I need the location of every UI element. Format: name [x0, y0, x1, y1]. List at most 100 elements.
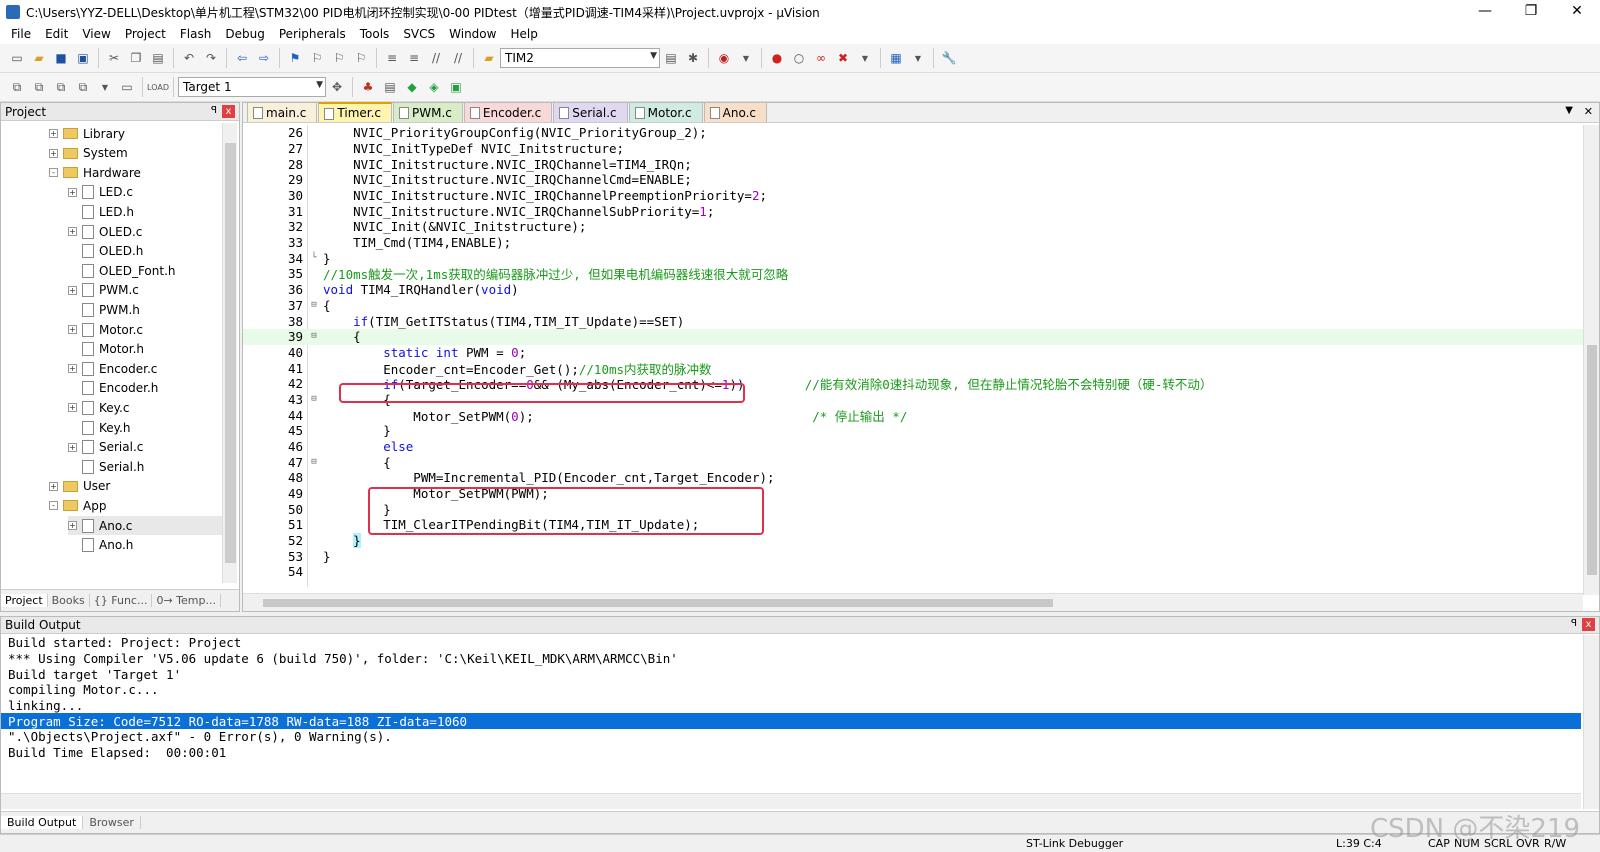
run-time-env-icon[interactable]: ▣: [447, 78, 465, 96]
editor-tab[interactable]: Timer.c: [318, 102, 393, 122]
tree-folder[interactable]: - App: [49, 496, 223, 515]
nav-back-icon[interactable]: ⇦: [233, 49, 251, 67]
close-panel-button[interactable]: x: [1582, 618, 1595, 631]
tab-books[interactable]: Books: [48, 594, 90, 607]
find-in-files-icon[interactable]: ▤: [662, 49, 680, 67]
target-options-icon[interactable]: ✥: [328, 78, 346, 96]
editor-tab[interactable]: Serial.c: [553, 102, 628, 122]
bookmark-icon[interactable]: ⚑: [286, 49, 304, 67]
editor-horizontal-scrollbar[interactable]: [243, 593, 1583, 611]
pack-installer-icon[interactable]: ◈: [425, 78, 443, 96]
translate-icon[interactable]: ⧉: [8, 78, 26, 96]
nav-forward-icon[interactable]: ⇨: [255, 49, 273, 67]
collapse-icon[interactable]: -: [49, 501, 58, 511]
tree-file[interactable]: Serial.h: [68, 457, 223, 476]
collapse-icon[interactable]: -: [49, 168, 58, 178]
tab-project[interactable]: Project: [1, 594, 48, 607]
chevron-down-icon[interactable]: ▼: [909, 49, 927, 67]
next-bookmark-icon[interactable]: ⚐: [330, 49, 348, 67]
tab-templates[interactable]: 0→ Temp...: [152, 594, 221, 607]
code-area[interactable]: 26 NVIC_PriorityGroupConfig(NVIC_Priorit…: [243, 125, 1583, 587]
build-output-text[interactable]: Build started: Project: Project *** Using…: [1, 635, 1581, 793]
pin-icon[interactable]: ꟼ: [1571, 618, 1577, 629]
open-folder-icon[interactable]: ▰: [30, 49, 48, 67]
build-vertical-scrollbar[interactable]: [1583, 635, 1599, 809]
tree-file[interactable]: + Ano.c: [68, 516, 223, 535]
tree-file[interactable]: OLED.h: [68, 242, 223, 261]
select-pack-icon[interactable]: ◆: [403, 78, 421, 96]
scrollbar-thumb[interactable]: [263, 599, 1053, 607]
scrollbar-thumb[interactable]: [1587, 345, 1597, 575]
editor-tab[interactable]: PWM.c: [393, 102, 463, 122]
tree-file[interactable]: Motor.h: [68, 340, 223, 359]
fold-toggle-icon[interactable]: ⊟: [307, 457, 321, 468]
breakpoint-icon[interactable]: ●: [768, 49, 786, 67]
menu-svcs[interactable]: SVCS: [396, 27, 442, 41]
expand-icon[interactable]: +: [68, 364, 77, 374]
clear-bookmarks-icon[interactable]: ⚐: [352, 49, 370, 67]
menu-peripherals[interactable]: Peripherals: [272, 27, 353, 41]
menu-project[interactable]: Project: [118, 27, 173, 41]
target-select[interactable]: Target 1 ▼: [178, 77, 326, 97]
menu-debug[interactable]: Debug: [218, 27, 271, 41]
cut-icon[interactable]: ✂: [105, 49, 123, 67]
tree-folder[interactable]: + User: [49, 477, 223, 496]
minimize-button[interactable]: —: [1462, 0, 1508, 24]
pin-icon[interactable]: ꟼ: [211, 105, 217, 116]
expand-icon[interactable]: +: [49, 129, 58, 138]
tree-file[interactable]: + Serial.c: [68, 438, 223, 457]
find-combo[interactable]: TIM2 ▼: [500, 48, 660, 68]
menu-file[interactable]: File: [4, 27, 38, 41]
chevron-down-icon[interactable]: ▼: [1565, 105, 1573, 116]
tree-file[interactable]: + Encoder.c: [68, 359, 223, 378]
tab-build-output[interactable]: Build Output: [1, 816, 84, 829]
editor-tab[interactable]: main.c: [247, 102, 318, 122]
editor-tab[interactable]: Encoder.c: [463, 102, 553, 122]
tree-file[interactable]: + LED.c: [68, 183, 223, 202]
disable-breakpoint-icon[interactable]: ○: [790, 49, 808, 67]
expand-icon[interactable]: +: [68, 403, 77, 413]
chevron-down-icon[interactable]: ▼: [737, 49, 755, 67]
comment-icon[interactable]: //: [427, 49, 445, 67]
tree-folder[interactable]: + System: [49, 144, 223, 163]
tree-file[interactable]: Key.h: [68, 418, 223, 437]
close-button[interactable]: ✕: [1554, 0, 1600, 24]
build-horizontal-scrollbar[interactable]: [1, 793, 1581, 809]
fold-toggle-icon[interactable]: ⊟: [307, 331, 321, 342]
tree-file[interactable]: + PWM.c: [68, 281, 223, 300]
menu-edit[interactable]: Edit: [38, 27, 75, 41]
indent-icon[interactable]: ≡: [383, 49, 401, 67]
build-icon[interactable]: ⧉: [30, 78, 48, 96]
tree-file[interactable]: LED.h: [68, 202, 223, 221]
tab-browser[interactable]: Browser: [83, 816, 141, 829]
save-icon[interactable]: ■: [52, 49, 70, 67]
expand-icon[interactable]: +: [49, 481, 58, 491]
batch-build-icon[interactable]: ⧉: [74, 78, 92, 96]
paste-icon[interactable]: ▤: [149, 49, 167, 67]
fold-toggle-icon[interactable]: ⊟: [307, 394, 321, 405]
menu-help[interactable]: Help: [503, 27, 544, 41]
tree-file[interactable]: + OLED.c: [68, 222, 223, 241]
unindent-icon[interactable]: ≡: [405, 49, 423, 67]
save-all-icon[interactable]: ▣: [74, 49, 92, 67]
close-panel-button[interactable]: x: [222, 105, 235, 118]
tab-functions[interactable]: {} Func...: [90, 594, 153, 607]
manage-components-icon[interactable]: ▤: [381, 78, 399, 96]
maximize-button[interactable]: ❐: [1508, 0, 1554, 24]
tree-file[interactable]: Ano.h: [68, 536, 223, 555]
editor-vertical-scrollbar[interactable]: [1583, 125, 1599, 595]
copy-icon[interactable]: ❐: [127, 49, 145, 67]
kill-breakpoints-icon[interactable]: ✖: [834, 49, 852, 67]
expand-icon[interactable]: +: [68, 325, 77, 334]
expand-icon[interactable]: +: [68, 521, 77, 530]
expand-icon[interactable]: +: [68, 442, 77, 452]
redo-icon[interactable]: ↷: [202, 49, 220, 67]
editor-tab[interactable]: Motor.c: [628, 102, 703, 122]
scrollbar-thumb[interactable]: [225, 143, 236, 563]
new-file-icon[interactable]: ▭: [8, 49, 26, 67]
uncomment-icon[interactable]: //: [449, 49, 467, 67]
tree-file[interactable]: PWM.h: [68, 300, 223, 319]
download-load-icon[interactable]: LOAD: [147, 78, 169, 96]
debug-session-icon[interactable]: ◉: [715, 49, 733, 67]
tree-folder[interactable]: + Library: [49, 124, 223, 143]
